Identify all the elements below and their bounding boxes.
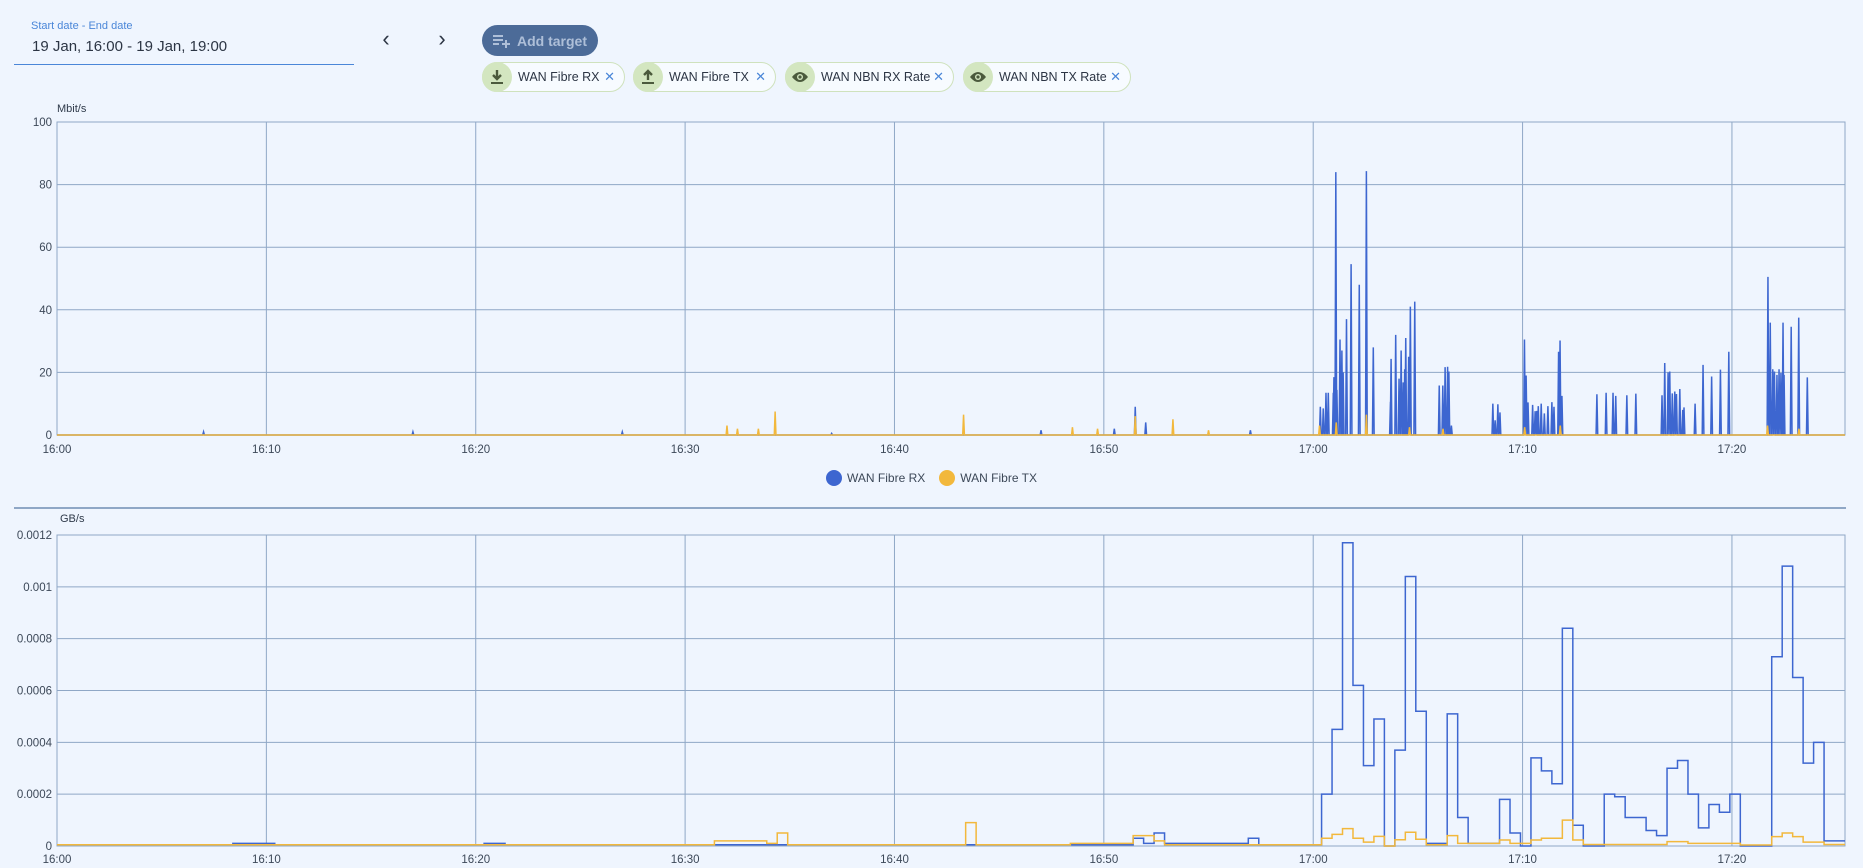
chart2-unit-label: GB/s xyxy=(60,513,85,525)
y-tick-label: 0 xyxy=(46,841,52,853)
series-line-rx xyxy=(57,171,1845,436)
plot-area xyxy=(56,121,1846,436)
x-tick-label: 17:00 xyxy=(1299,444,1328,456)
legend-item-rx[interactable]: WAN Fibre RX xyxy=(826,470,925,486)
y-tick-label: 0.0004 xyxy=(17,737,53,749)
legend-label: WAN Fibre RX xyxy=(847,471,926,485)
y-tick-label: 0.0012 xyxy=(17,530,52,542)
y-tick-label: 60 xyxy=(39,242,52,254)
x-tick-label: 16:00 xyxy=(43,854,72,866)
series-line-tx xyxy=(57,819,1845,847)
y-tick-label: 40 xyxy=(39,305,52,317)
x-tick-label: 16:00 xyxy=(43,444,72,456)
y-tick-label: 0.0002 xyxy=(17,789,52,801)
x-tick-label: 17:10 xyxy=(1508,444,1537,456)
legend-label: WAN Fibre TX xyxy=(960,471,1037,485)
chart-legend: WAN Fibre RX WAN Fibre TX xyxy=(0,470,1863,486)
throughput-chart: 0 20 40 60 80 100 16:00 16:10 16:20 16:30 16:40 16:… xyxy=(17,117,1846,866)
x-tick-label: 16:50 xyxy=(1089,854,1118,866)
x-tick-label: 16:40 xyxy=(880,444,909,456)
x-tick-label: 16:20 xyxy=(461,854,490,866)
y-tick-label: 0.0008 xyxy=(17,634,52,646)
y-tick-label: 20 xyxy=(39,367,52,379)
x-tick-label: 17:20 xyxy=(1718,854,1747,866)
y-tick-label: 0.0006 xyxy=(17,686,52,698)
x-tick-label: 16:10 xyxy=(252,444,281,456)
x-tick-label: 16:10 xyxy=(252,854,281,866)
y-tick-label: 0.001 xyxy=(23,582,52,594)
x-tick-label: 16:20 xyxy=(461,444,490,456)
x-tick-label: 16:30 xyxy=(671,854,700,866)
y-tick-label: 80 xyxy=(39,180,52,192)
legend-swatch-rx xyxy=(826,470,843,486)
x-tick-label: 16:30 xyxy=(671,444,700,456)
chart-divider xyxy=(14,507,1846,509)
y-tick-label: 100 xyxy=(33,117,52,129)
y-tick-label: 0 xyxy=(46,430,52,442)
series-line-rx xyxy=(57,542,1845,847)
legend-item-tx[interactable]: WAN Fibre TX xyxy=(939,470,1037,486)
x-tick-label: 16:40 xyxy=(880,854,909,866)
x-tick-label: 17:00 xyxy=(1299,854,1328,866)
x-tick-label: 16:50 xyxy=(1089,444,1118,456)
x-tick-label: 17:20 xyxy=(1718,444,1747,456)
series-line-tx xyxy=(57,411,1845,436)
x-tick-label: 17:10 xyxy=(1508,854,1537,866)
legend-swatch-tx xyxy=(939,470,956,486)
